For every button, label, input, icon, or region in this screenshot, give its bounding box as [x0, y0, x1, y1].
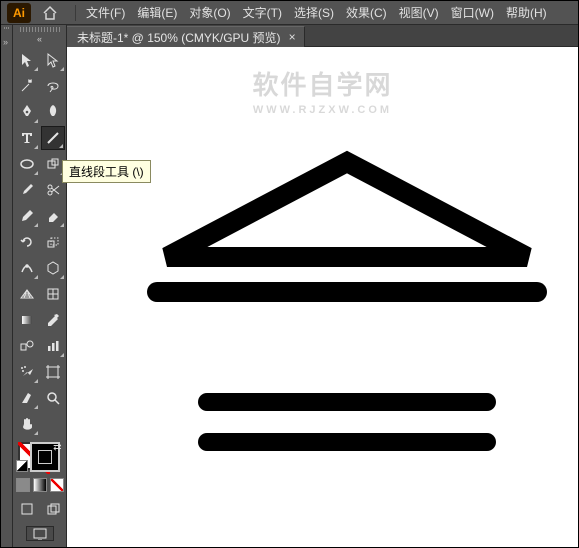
direct-selection-tool[interactable] [41, 48, 65, 72]
tab-strip: 未标题-1* @ 150% (CMYK/GPU 预览) × [67, 25, 578, 47]
control-bar-collapsed[interactable]: » [1, 25, 13, 547]
ellipse-tool[interactable] [15, 152, 39, 176]
paintbrush-tool[interactable] [15, 178, 39, 202]
flyout-icon [34, 119, 38, 123]
perspective-grid-tool[interactable] [15, 282, 39, 306]
hand-tool[interactable] [15, 412, 39, 436]
free-transform-tool[interactable] [41, 256, 65, 280]
flyout-icon [60, 223, 64, 227]
panel-grip-icon[interactable] [20, 27, 60, 32]
flyout-icon [59, 144, 63, 148]
color-mode-row [16, 478, 64, 492]
shape-builder-tool[interactable] [41, 152, 65, 176]
svg-text:Ai: Ai [13, 6, 25, 20]
document-area: 未标题-1* @ 150% (CMYK/GPU 预览) × 软件自学网 WWW.… [67, 25, 578, 547]
scissors-tool[interactable] [41, 178, 65, 202]
symbol-sprayer-tool[interactable] [15, 360, 39, 384]
column-graph-tool[interactable] [41, 334, 65, 358]
screen-mode-row [16, 498, 64, 520]
selection-tool[interactable] [15, 48, 39, 72]
fill-stroke-control[interactable]: ⇄ [16, 442, 64, 472]
artboard-tool[interactable] [41, 360, 65, 384]
menu-file[interactable]: 文件(F) [80, 1, 131, 25]
app-logo: Ai [5, 2, 33, 24]
flyout-icon [60, 275, 64, 279]
tooltip: 直线段工具 (\) [62, 160, 151, 183]
scale-tool[interactable] [41, 230, 65, 254]
slice-tool[interactable] [15, 386, 39, 410]
menu-effect[interactable]: 效果(C) [340, 1, 393, 25]
flyout-icon [60, 353, 64, 357]
grip-icon [4, 27, 10, 29]
gradient-mode-button[interactable] [33, 478, 47, 492]
tab-title: 未标题-1* @ 150% (CMYK/GPU 预览) [77, 29, 281, 46]
menu-bar: Ai 文件(F) 编辑(E) 对象(O) 文字(T) 选择(S) 效果(C) 视… [1, 1, 578, 25]
screen-mode-button[interactable] [26, 526, 54, 541]
flyout-icon [60, 67, 64, 71]
zoom-tool[interactable] [41, 386, 65, 410]
menu-select[interactable]: 选择(S) [288, 1, 340, 25]
panel-collapse-button[interactable]: « [18, 34, 62, 44]
tab-document[interactable]: 未标题-1* @ 150% (CMYK/GPU 预览) × [67, 26, 305, 47]
flyout-icon [34, 405, 38, 409]
home-icon[interactable] [39, 2, 61, 24]
pencil-tool[interactable] [15, 204, 39, 228]
swap-fill-stroke-icon[interactable]: ⇄ [53, 442, 61, 453]
flyout-icon [34, 431, 38, 435]
app-body: » « [1, 25, 578, 547]
eyedropper-tool[interactable] [41, 308, 65, 332]
type-tool[interactable] [15, 126, 39, 150]
menu-edit[interactable]: 编辑(E) [131, 1, 183, 25]
flyout-icon [34, 275, 38, 279]
flyout-icon [34, 223, 38, 227]
artwork [67, 47, 578, 547]
default-fill-stroke-icon[interactable] [16, 460, 28, 472]
curvature-pen-tool[interactable] [41, 100, 65, 124]
menu-window[interactable]: 窗口(W) [445, 1, 500, 25]
menu-type[interactable]: 文字(T) [237, 1, 288, 25]
flyout-icon [34, 171, 38, 175]
none-mode-button[interactable] [50, 478, 64, 492]
lasso-tool[interactable] [41, 74, 65, 98]
gradient-tool[interactable] [15, 308, 39, 332]
draw-normal-button[interactable] [16, 498, 38, 520]
draw-behind-button[interactable] [42, 498, 64, 520]
blend-tool[interactable] [15, 334, 39, 358]
menu-view[interactable]: 视图(V) [393, 1, 445, 25]
divider [75, 5, 76, 21]
color-mode-button[interactable] [16, 478, 30, 492]
flyout-icon [34, 379, 38, 383]
menu-help[interactable]: 帮助(H) [500, 1, 553, 25]
canvas[interactable]: 软件自学网 WWW.RJZXW.COM [67, 47, 578, 547]
rotate-tool[interactable] [15, 230, 39, 254]
line-segment-tool[interactable] [41, 126, 65, 150]
tab-close-icon[interactable]: × [289, 31, 296, 43]
width-tool[interactable] [15, 256, 39, 280]
flyout-icon [34, 67, 38, 71]
chevron-right-icon: » [3, 37, 8, 47]
tool-panel: « [13, 25, 67, 547]
flyout-icon [34, 145, 38, 149]
eraser-tool[interactable] [41, 204, 65, 228]
menu-object[interactable]: 对象(O) [183, 1, 236, 25]
magic-wand-tool[interactable] [15, 74, 39, 98]
pen-tool[interactable] [15, 100, 39, 124]
mesh-tool[interactable] [41, 282, 65, 306]
